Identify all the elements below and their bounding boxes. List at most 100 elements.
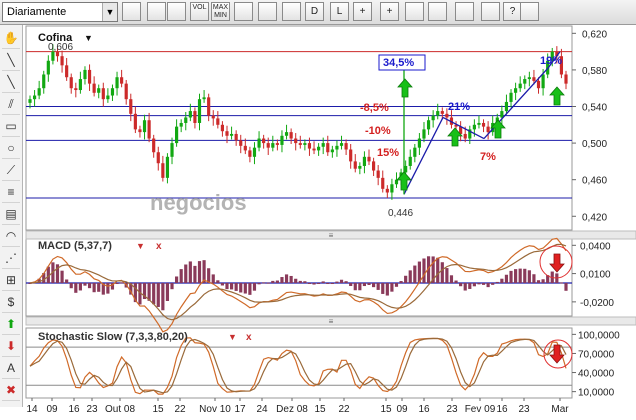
candle-body (92, 83, 96, 93)
candle-body (28, 99, 32, 103)
candle-body (417, 138, 421, 148)
candle-body (78, 79, 82, 91)
chart-canvas: ≡ ≡ 0,420 0,460 0,500 0,540 0,580 0,620 14 09 16 23… (25, 25, 636, 415)
macd-histogram-bar (284, 274, 289, 284)
macd-histogram-bar (394, 283, 399, 287)
candle-body (472, 124, 476, 130)
macd-splitter-grip-icon: ≡ (329, 231, 334, 240)
candle-body (46, 60, 50, 75)
stoch-title[interactable]: Stochastic Slow (7,3,3,80,20) (38, 331, 188, 343)
candle-body (353, 161, 357, 169)
candle-body (216, 118, 220, 125)
candle-body (426, 120, 431, 130)
stoch-y-tick-label: 10,0000 (578, 388, 615, 399)
macd-histogram-bar (165, 283, 170, 301)
macd-histogram-bar (248, 283, 252, 295)
candle-body (390, 184, 394, 193)
macd-histogram-bar (184, 264, 188, 284)
macd-histogram-bar (527, 270, 531, 284)
macd-histogram-bar (87, 283, 92, 289)
candle-body (298, 143, 302, 145)
macd-histogram-bar (500, 278, 504, 284)
macd-histogram-bar (197, 261, 202, 284)
macd-title[interactable]: MACD (5,37,7) (38, 240, 112, 252)
macd-histogram-bar (413, 265, 417, 284)
macd-histogram-bar (564, 283, 568, 291)
y-tick-label: 0,420 (582, 212, 607, 223)
macd-histogram-bar (161, 283, 165, 311)
macd-histogram-bar (518, 268, 522, 284)
candle-body (303, 143, 307, 145)
candle-body (344, 143, 348, 150)
macd-histogram-bar (312, 283, 316, 285)
x-tick-label: 23 (518, 404, 530, 415)
watermark-logo: negocios (150, 190, 247, 215)
candle-body (65, 65, 69, 78)
fall-10-label: -10% (365, 125, 391, 137)
macd-histogram-bar (514, 269, 518, 284)
macd-histogram-bar (330, 283, 334, 285)
gain-total-label: 34,5% (383, 57, 414, 69)
max-price-label: 0,606 (48, 42, 73, 53)
macd-histogram-bar (78, 283, 82, 291)
macd-histogram-bar (445, 268, 449, 284)
x-tick-label: 17 (234, 404, 246, 415)
candle-body (152, 138, 156, 153)
candle-body (362, 156, 367, 166)
x-tick-label: 15 (314, 404, 326, 415)
candle-body (367, 156, 371, 162)
candle-body (60, 56, 64, 66)
macd-histogram-bar (234, 283, 238, 291)
macd-histogram-bar (298, 280, 302, 284)
candle-body (170, 143, 174, 157)
x-tick-label: 16 (68, 404, 80, 415)
macd-histogram-bar (257, 283, 261, 285)
candle-body (330, 149, 334, 153)
macd-y-tick-label: 0,0100 (580, 270, 611, 281)
candle-body (262, 138, 266, 144)
macd-histogram-bar (495, 281, 499, 284)
candle-body (509, 92, 513, 102)
macd-histogram-bar (289, 275, 293, 284)
macd-histogram-bar (156, 283, 160, 307)
macd-histogram-bar (436, 257, 440, 284)
macd-histogram-bar (491, 283, 495, 285)
candle-body (408, 156, 412, 166)
candle-body (161, 163, 165, 178)
macd-dropdown-icon[interactable]: ▼ (136, 241, 145, 251)
macd-histogram-bar (541, 279, 545, 284)
stoch-y-tick-label: 40,0000 (578, 369, 615, 380)
symbol-dropdown-icon[interactable]: ▼ (84, 33, 93, 43)
macd-y-tick-label: -0,0200 (580, 298, 614, 309)
macd-histogram-bar (271, 280, 275, 284)
macd-histogram-bar (243, 283, 247, 294)
stoch-dropdown-icon[interactable]: ▼ (228, 332, 237, 342)
candle-body (500, 111, 504, 118)
macd-histogram-bar (468, 283, 472, 289)
candle-body (326, 143, 330, 153)
macd-close-icon[interactable]: x (156, 241, 162, 252)
x-tick-label: 23 (86, 404, 98, 415)
candle-body (289, 132, 293, 139)
macd-histogram-bar (381, 283, 385, 294)
x-tick-label: 15 (152, 404, 164, 415)
candle-body (83, 69, 87, 80)
macd-y-tick-label: 0,0400 (580, 241, 611, 252)
macd-histogram-bar (275, 280, 279, 284)
macd-histogram-bar (481, 283, 486, 285)
candle-body (335, 145, 339, 150)
macd-histogram-bar (229, 283, 234, 290)
candle-body (358, 165, 362, 169)
macd-histogram-bar (74, 283, 78, 293)
macd-histogram-bar (390, 283, 394, 292)
macd-histogram-bar (120, 282, 124, 284)
macd-histogram-bar (459, 283, 463, 287)
candle-body (280, 135, 284, 145)
candle-body (541, 74, 545, 89)
stoch-close-icon[interactable]: x (246, 332, 252, 343)
candle-body (156, 152, 160, 164)
macd-histogram-bar (463, 283, 467, 291)
candle-body (42, 74, 46, 89)
macd-histogram-bar (280, 277, 284, 284)
y-tick-label: 0,460 (582, 176, 607, 187)
